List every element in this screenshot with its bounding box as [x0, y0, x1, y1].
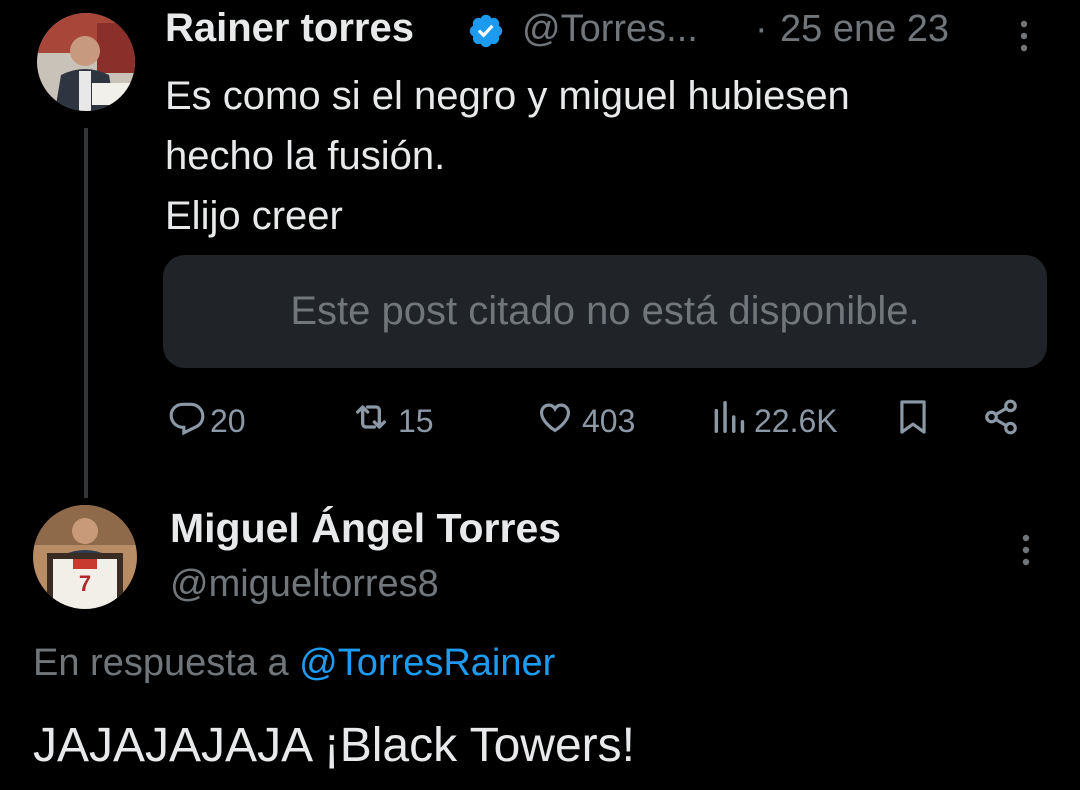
views-count: 22.6K [754, 402, 838, 439]
verified-badge-icon [467, 12, 505, 50]
like-button[interactable]: 403 [536, 398, 635, 444]
reply-button[interactable]: 20 [168, 398, 246, 444]
mention-link[interactable]: @TorresRainer [299, 642, 555, 684]
repost-count: 15 [398, 402, 434, 439]
quote-unavailable-text: Este post citado no está disponible. [290, 289, 920, 333]
thread-connector-line [84, 128, 88, 498]
more-icon[interactable] [1010, 16, 1038, 56]
avatar-miguel[interactable]: 7 [33, 505, 137, 609]
more-icon[interactable] [1012, 530, 1040, 570]
like-count: 403 [582, 402, 636, 439]
replying-to-line: En respuesta a @TorresRainer [33, 642, 555, 685]
bookmark-button[interactable] [894, 398, 932, 444]
replying-to-label: En respuesta a [33, 642, 289, 684]
bookmark-icon [894, 398, 932, 444]
reply-count: 20 [210, 402, 246, 439]
quoted-post-unavailable: Este post citado no está disponible. [163, 255, 1047, 368]
like-icon [536, 398, 574, 444]
views-button[interactable]: 22.6K [710, 398, 838, 444]
svg-text:7: 7 [79, 571, 91, 596]
reply-author-name[interactable]: Miguel Ángel Torres [170, 505, 561, 552]
views-icon [710, 398, 748, 444]
tweet-date[interactable]: 25 ene 23 [780, 8, 949, 51]
share-icon [982, 398, 1020, 444]
tweet-text: Es como si el negro y miguel hubiesen he… [165, 74, 850, 238]
author-handle[interactable]: @Torres... [522, 8, 698, 51]
repost-icon [346, 397, 396, 445]
avatar-rainer[interactable] [37, 13, 135, 111]
separator-dot: · [755, 8, 768, 50]
reply-author-handle[interactable]: @migueltorres8 [170, 563, 439, 606]
share-button[interactable] [982, 398, 1020, 444]
reply-text: JAJAJAJAJA ¡Black Towers! [33, 719, 635, 772]
reply-icon [168, 398, 206, 444]
author-name[interactable]: Rainer torres [165, 6, 414, 51]
repost-button[interactable]: 15 [346, 398, 434, 444]
